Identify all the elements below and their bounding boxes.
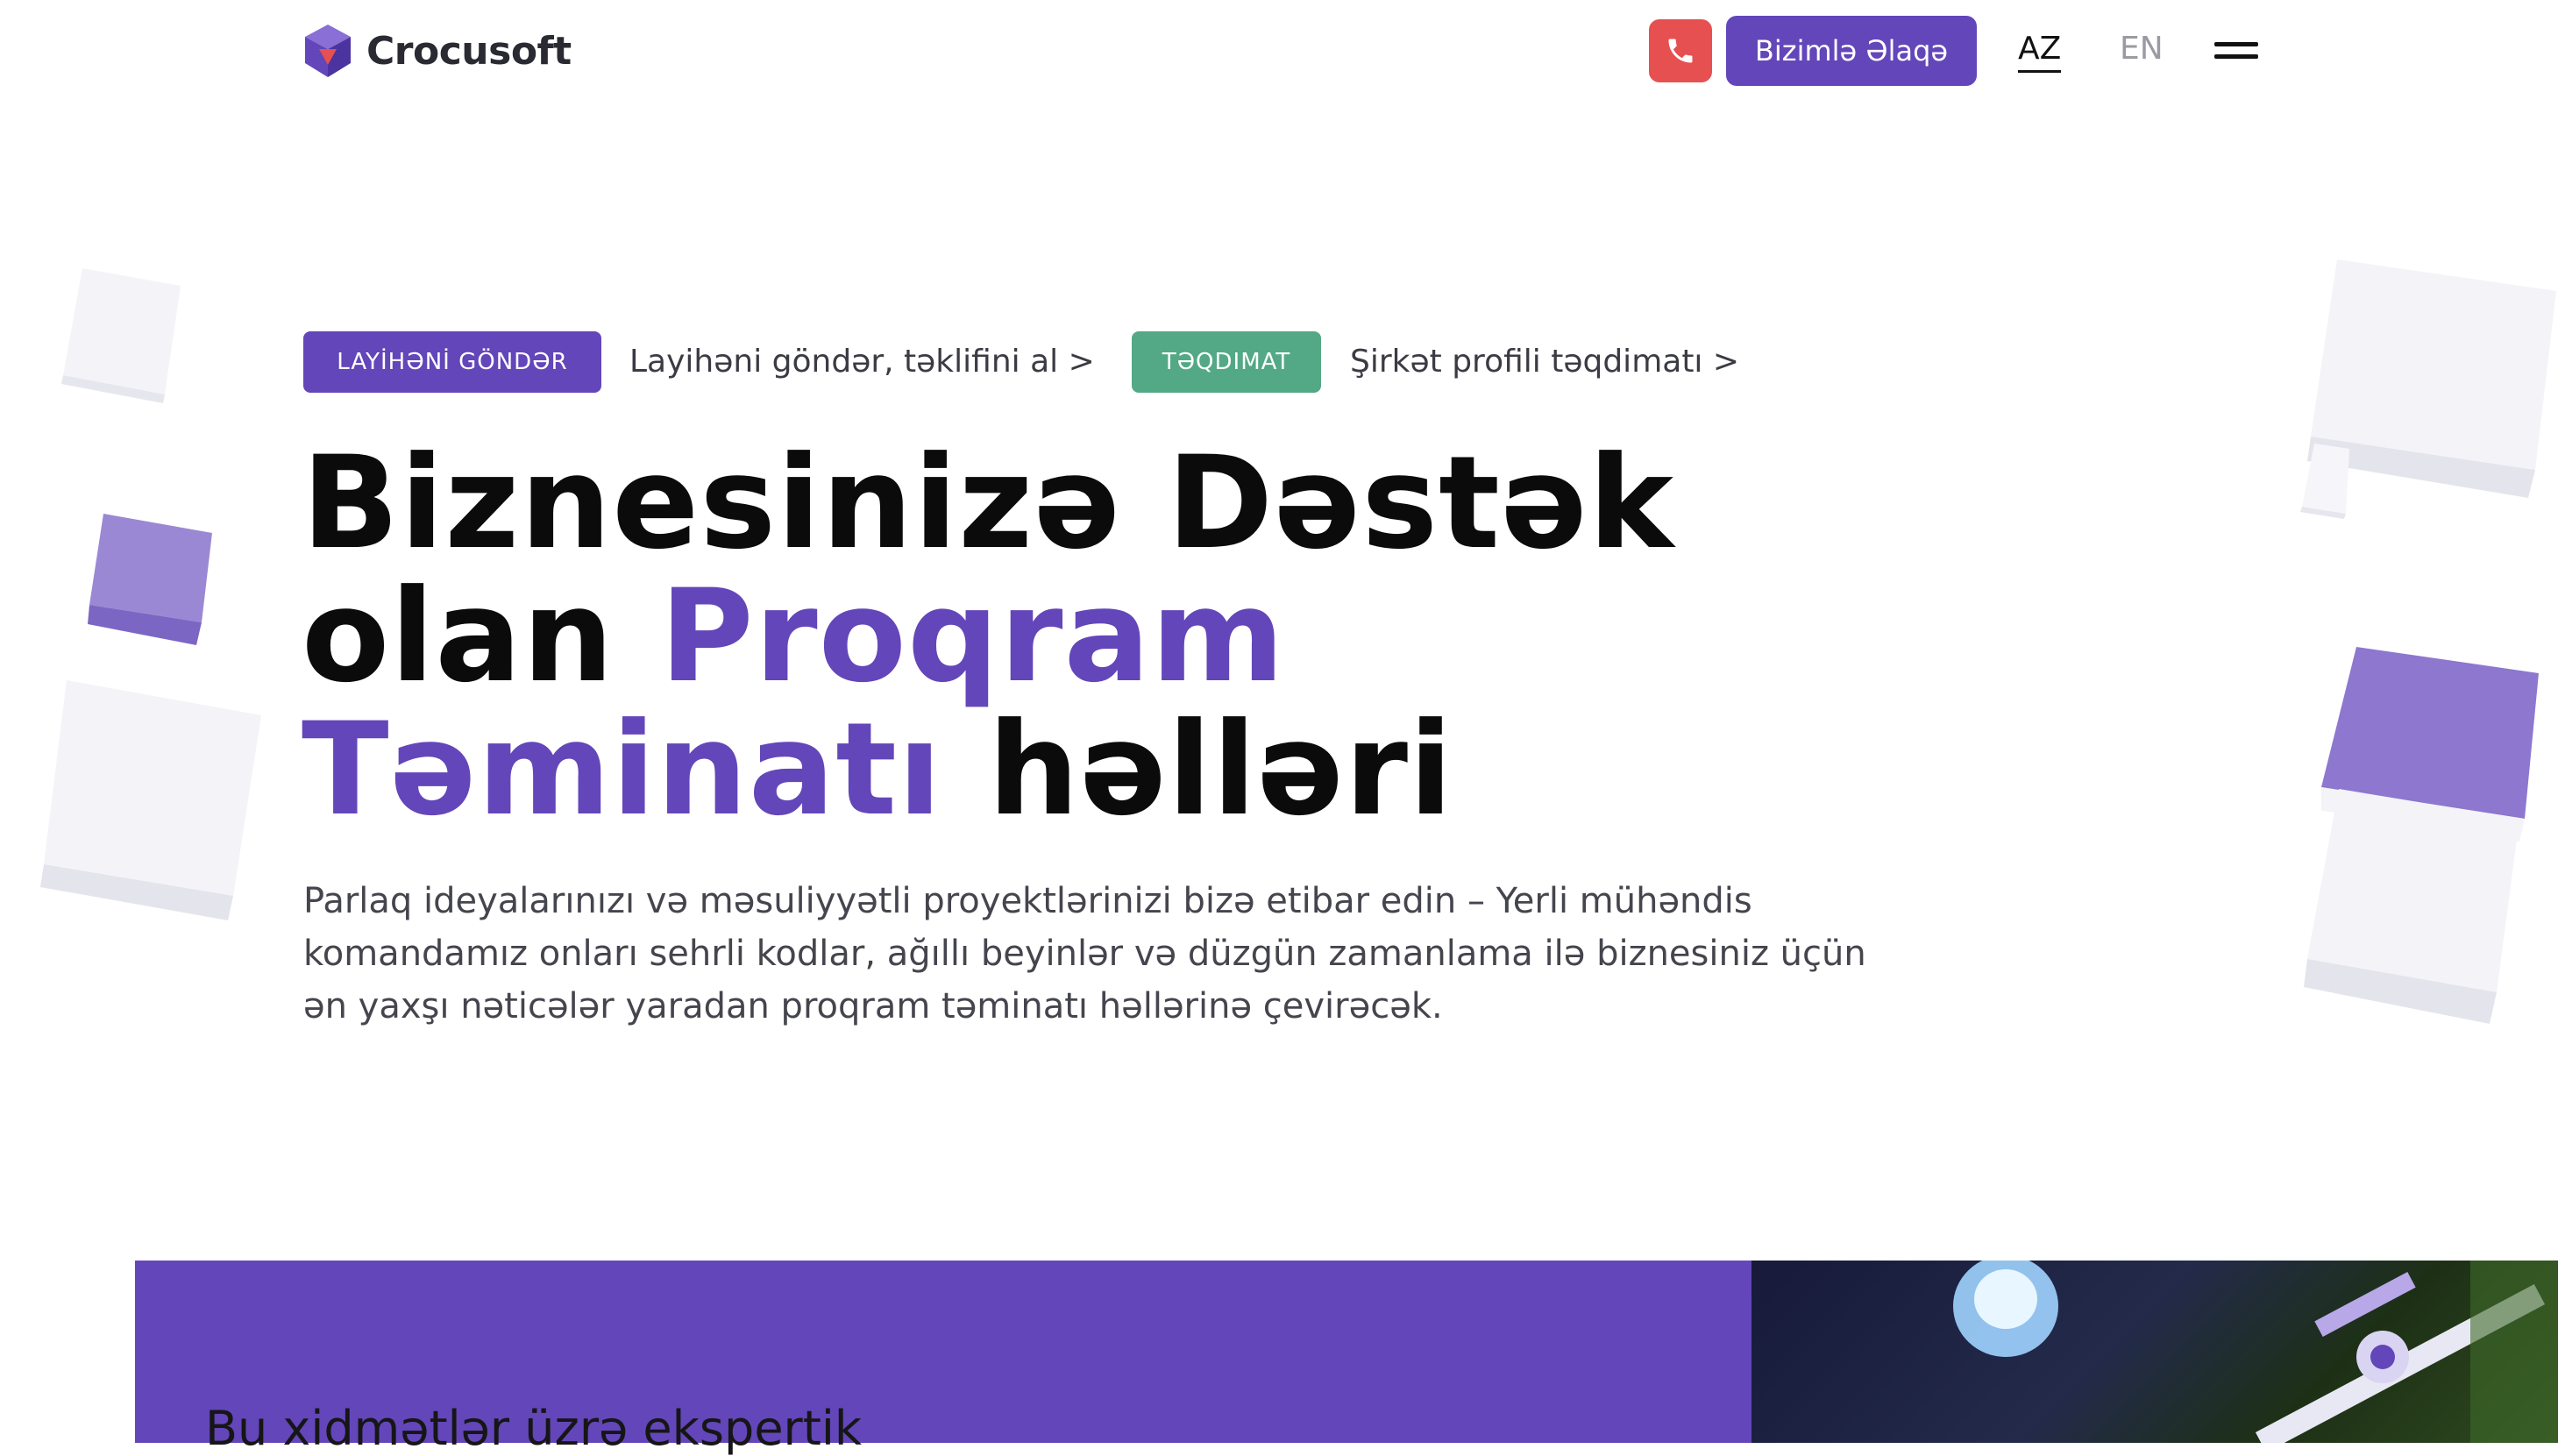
language-az-link[interactable]: AZ (2018, 32, 2062, 73)
decorative-cube-icon (2304, 789, 2519, 1024)
headline-line-2: olan Proqram (302, 570, 1674, 703)
presentation-tag-button[interactable]: TƏQDIMAT (1132, 331, 1321, 393)
services-photo (1751, 1261, 2558, 1443)
crocusoft-logo-icon (305, 25, 351, 77)
headline-accent: Təminatı (302, 695, 943, 844)
language-en-link[interactable]: EN (2120, 32, 2164, 67)
headline-text: olan (302, 562, 660, 711)
decorative-cube-icon (88, 514, 212, 645)
headline-text: həlləri (942, 695, 1454, 844)
services-title: Bu xidmətlər üzrə ekspertik (205, 1401, 863, 1456)
contact-us-button[interactable]: Bizimlə Əlaqə (1726, 16, 1977, 86)
decorative-cube-icon (40, 680, 261, 920)
hero-headline: Biznesinizə Dəstək olan Proqram Təminatı… (302, 437, 1674, 836)
send-project-link[interactable]: Layihəni göndər, təklifini al > (629, 331, 1095, 393)
decorative-cube-icon (61, 268, 181, 403)
decorative-cube-icon (2300, 444, 2349, 519)
headline-line-1: Biznesinizə Dəstək (302, 429, 1675, 578)
headline-accent: Proqram (659, 562, 1286, 711)
headline-line-3: Təminatı həlləri (302, 703, 1674, 836)
hero-description: Parlaq ideyalarınızı və məsuliyyətli pro… (303, 881, 1866, 1026)
lamp-illustration (1953, 1261, 2558, 1443)
phone-icon (1668, 39, 1693, 63)
brand-name: Crocusoft (366, 28, 572, 74)
company-profile-link[interactable]: Şirkət profili təqdimatı > (1350, 331, 1739, 393)
brand-logo[interactable]: Crocusoft (302, 23, 572, 79)
send-project-tag-button[interactable]: LAYİHƏNİ GÖNDƏR (303, 331, 601, 393)
phone-button[interactable] (1649, 19, 1712, 82)
menu-icon[interactable] (2214, 42, 2258, 61)
